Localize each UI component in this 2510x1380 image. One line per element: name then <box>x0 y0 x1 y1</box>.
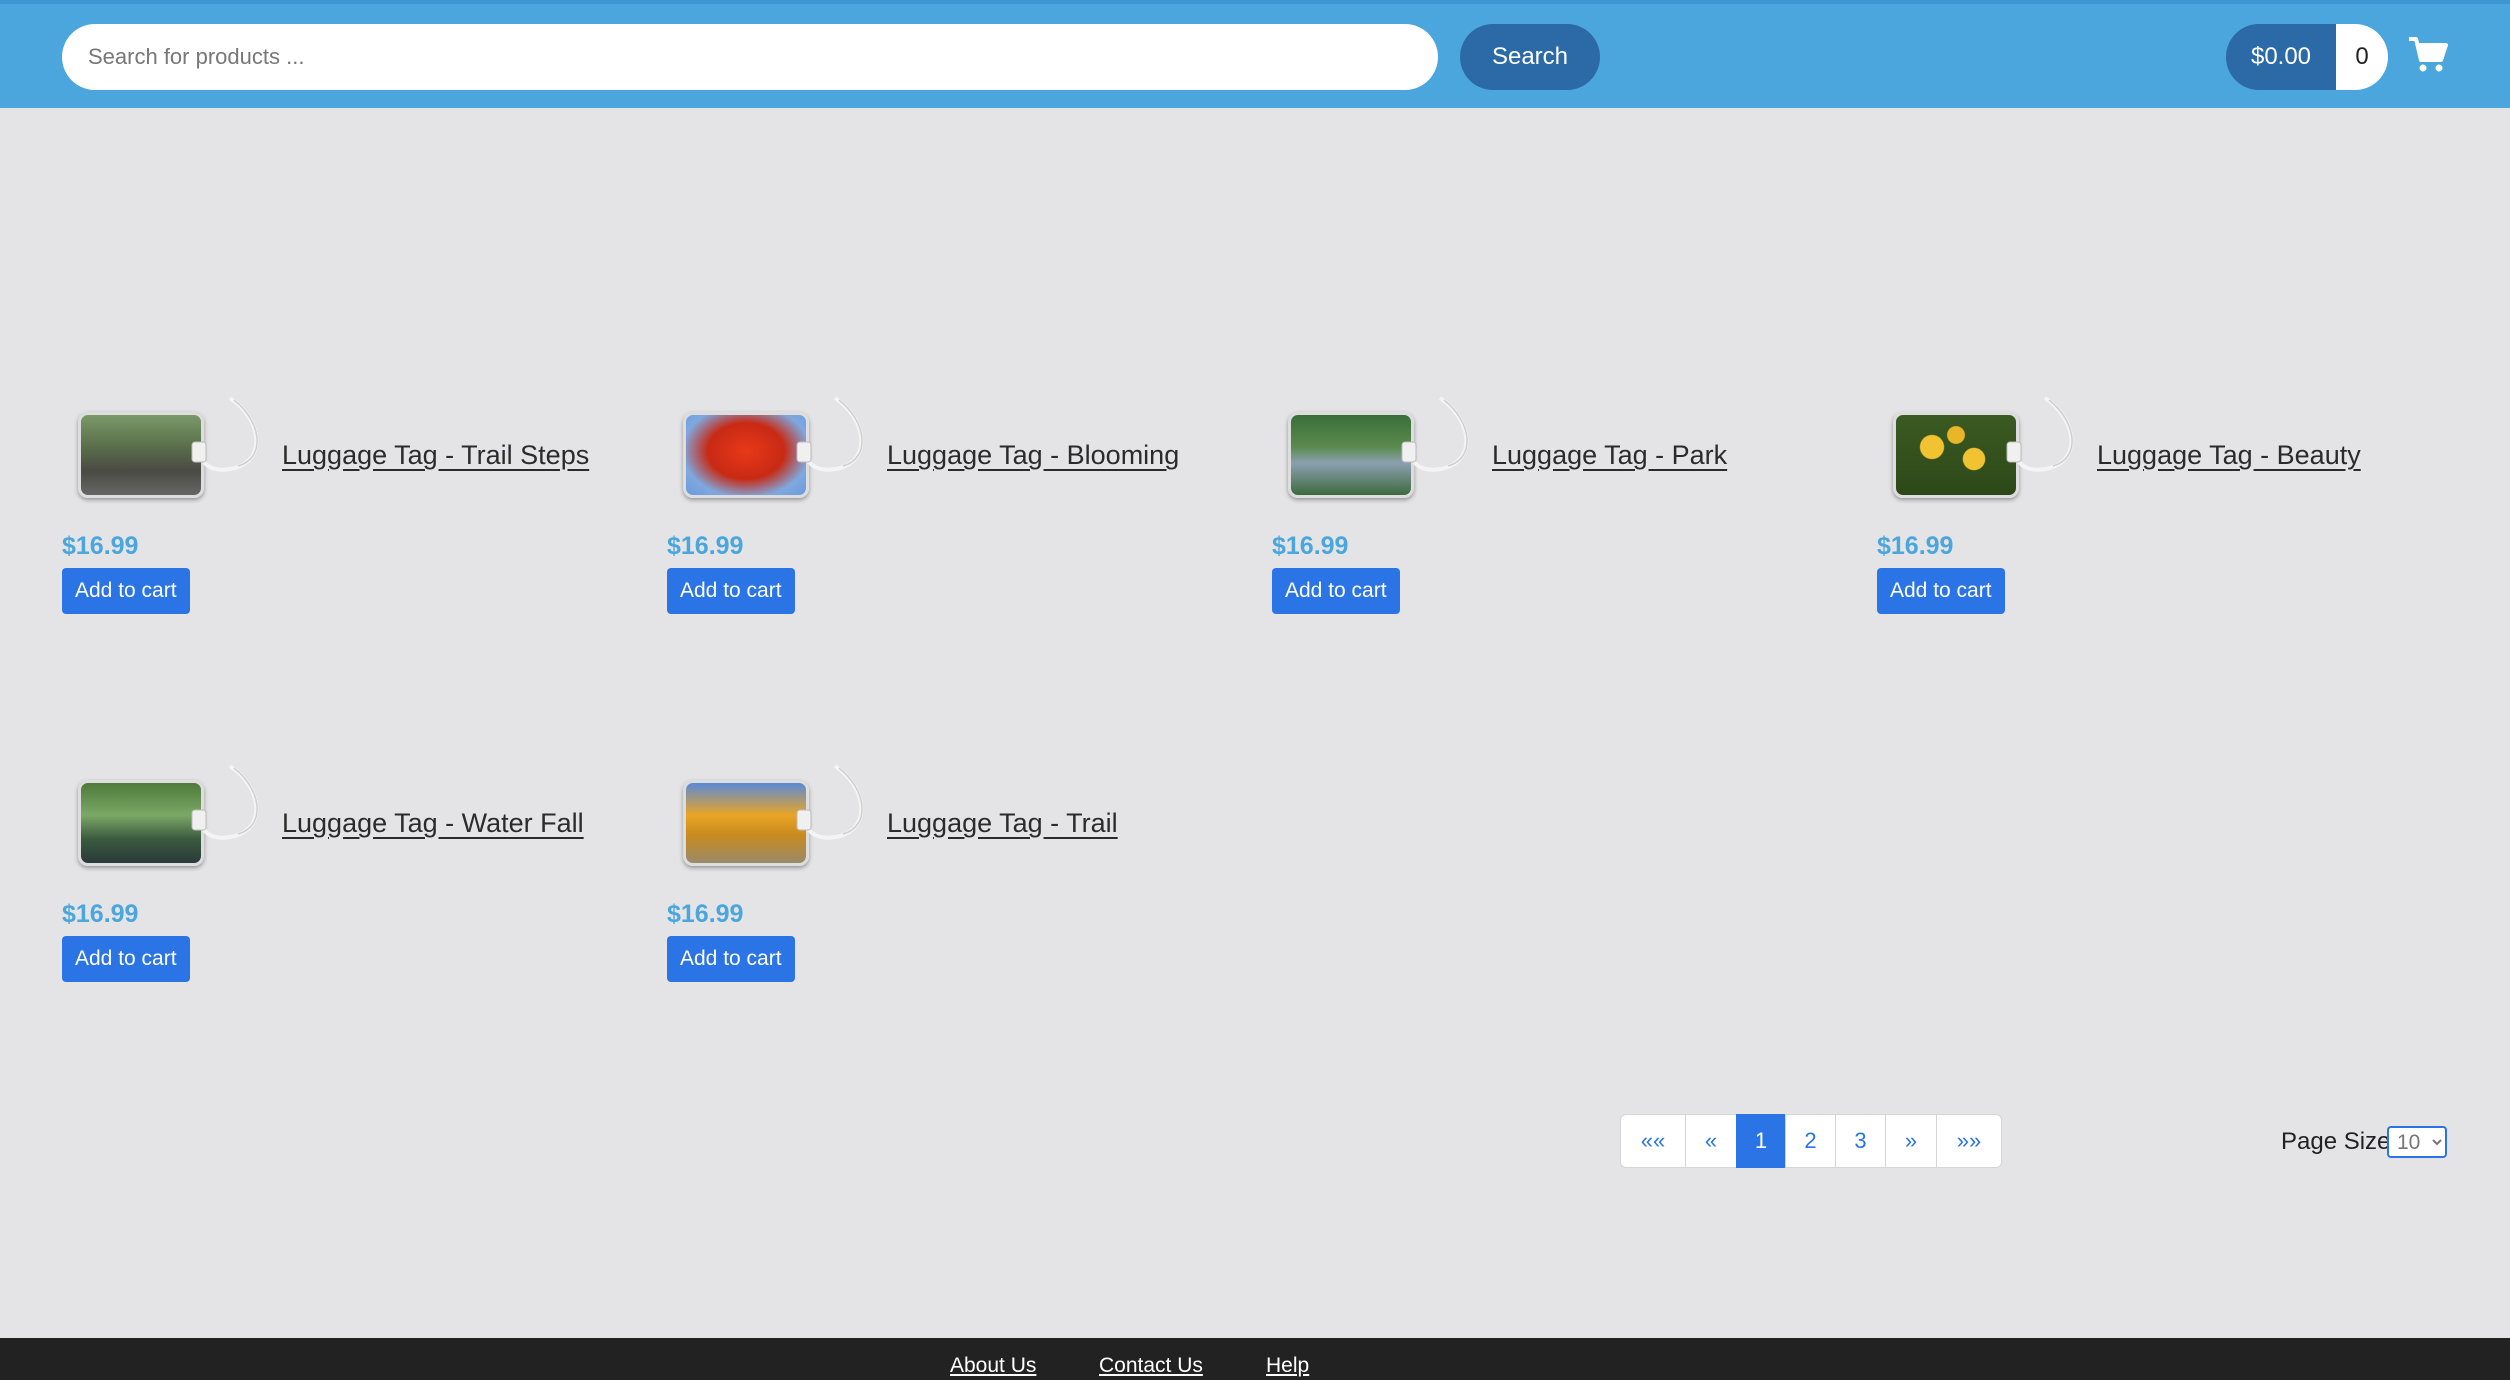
tag-strap-icon <box>796 396 864 472</box>
cart-total[interactable]: $0.00 <box>2226 24 2336 90</box>
product-card: Luggage Tag - Water Fall $16.99 Add to car… <box>62 764 662 1032</box>
footer-link-help[interactable]: Help <box>1266 1354 1309 1378</box>
footer: About Us Contact Us Help <box>0 1338 2510 1380</box>
shopping-cart-icon[interactable] <box>2408 36 2448 74</box>
product-thumbnail[interactable] <box>683 780 809 866</box>
page-size-select[interactable]: 10 <box>2387 1126 2447 1158</box>
product-card: Luggage Tag - Trail $16.99 Add to cart <box>667 764 1267 1032</box>
product-thumbnail[interactable] <box>78 780 204 866</box>
product-thumbnail[interactable] <box>1893 412 2019 498</box>
product-title-link[interactable]: Luggage Tag - Trail Steps <box>282 440 589 471</box>
add-to-cart-button[interactable]: Add to cart <box>667 568 795 614</box>
product-card: Luggage Tag - Park $16.99 Add to cart <box>1272 396 1872 664</box>
cart-count[interactable]: 0 <box>2336 24 2388 90</box>
search-button[interactable]: Search <box>1460 24 1600 90</box>
page-size-label: Page Size <box>2281 1128 2391 1155</box>
page-1[interactable]: 1 <box>1736 1114 1786 1168</box>
add-to-cart-button[interactable]: Add to cart <box>1272 568 1400 614</box>
footer-link-about[interactable]: About Us <box>950 1354 1036 1378</box>
product-card: Luggage Tag - Trail Steps $16.99 Add to ca… <box>62 396 662 664</box>
tag-strap-icon <box>191 764 259 840</box>
product-image-link[interactable] <box>70 764 270 872</box>
search-input[interactable] <box>62 24 1438 90</box>
add-to-cart-button[interactable]: Add to cart <box>667 936 795 982</box>
page-prev[interactable]: « <box>1685 1114 1737 1168</box>
add-to-cart-button[interactable]: Add to cart <box>1877 568 2005 614</box>
product-price: $16.99 <box>667 900 744 928</box>
page-2[interactable]: 2 <box>1785 1114 1836 1168</box>
product-card: Luggage Tag - Blooming $16.99 Add to cart <box>667 396 1267 664</box>
product-title-link[interactable]: Luggage Tag - Beauty <box>2097 440 2361 471</box>
tag-strap-icon <box>2006 396 2074 472</box>
page-root: Search $0.00 0 $16.99 Add to cart $16.99 Ad… <box>0 0 2510 1380</box>
product-card: Luggage Tag - Beauty $16.99 Add to cart <box>1877 396 2477 664</box>
product-image-link[interactable] <box>1885 396 2085 504</box>
product-title-link[interactable]: Luggage Tag - Trail <box>887 808 1118 839</box>
product-title-link[interactable]: Luggage Tag - Park <box>1492 440 1727 471</box>
product-image-link[interactable] <box>675 396 875 504</box>
product-price: $16.99 <box>62 900 139 928</box>
product-image-link[interactable] <box>675 764 875 872</box>
page-first[interactable]: «« <box>1620 1114 1686 1168</box>
product-image-link[interactable] <box>70 396 270 504</box>
product-price: $16.99 <box>667 532 744 560</box>
product-thumbnail[interactable] <box>1288 412 1414 498</box>
tag-strap-icon <box>796 764 864 840</box>
add-to-cart-button[interactable]: Add to cart <box>62 568 190 614</box>
tag-strap-icon <box>1401 396 1469 472</box>
page-next[interactable]: » <box>1885 1114 1937 1168</box>
page-last[interactable]: »» <box>1936 1114 2002 1168</box>
product-price: $16.99 <box>62 532 139 560</box>
product-title-link[interactable]: Luggage Tag - Blooming <box>887 440 1179 471</box>
pagination: «« « 1 2 3 » »» <box>1620 1114 2002 1168</box>
footer-link-contact[interactable]: Contact Us <box>1099 1354 1203 1378</box>
product-thumbnail[interactable] <box>78 412 204 498</box>
product-thumbnail[interactable] <box>683 412 809 498</box>
product-price: $16.99 <box>1272 532 1349 560</box>
product-image-link[interactable] <box>1280 396 1480 504</box>
add-to-cart-button[interactable]: Add to cart <box>62 936 190 982</box>
top-header: Search $0.00 0 <box>0 0 2510 108</box>
product-price: $16.99 <box>1877 532 1954 560</box>
page-3[interactable]: 3 <box>1835 1114 1886 1168</box>
tag-strap-icon <box>191 396 259 472</box>
product-title-link[interactable]: Luggage Tag - Water Fall <box>282 808 584 839</box>
